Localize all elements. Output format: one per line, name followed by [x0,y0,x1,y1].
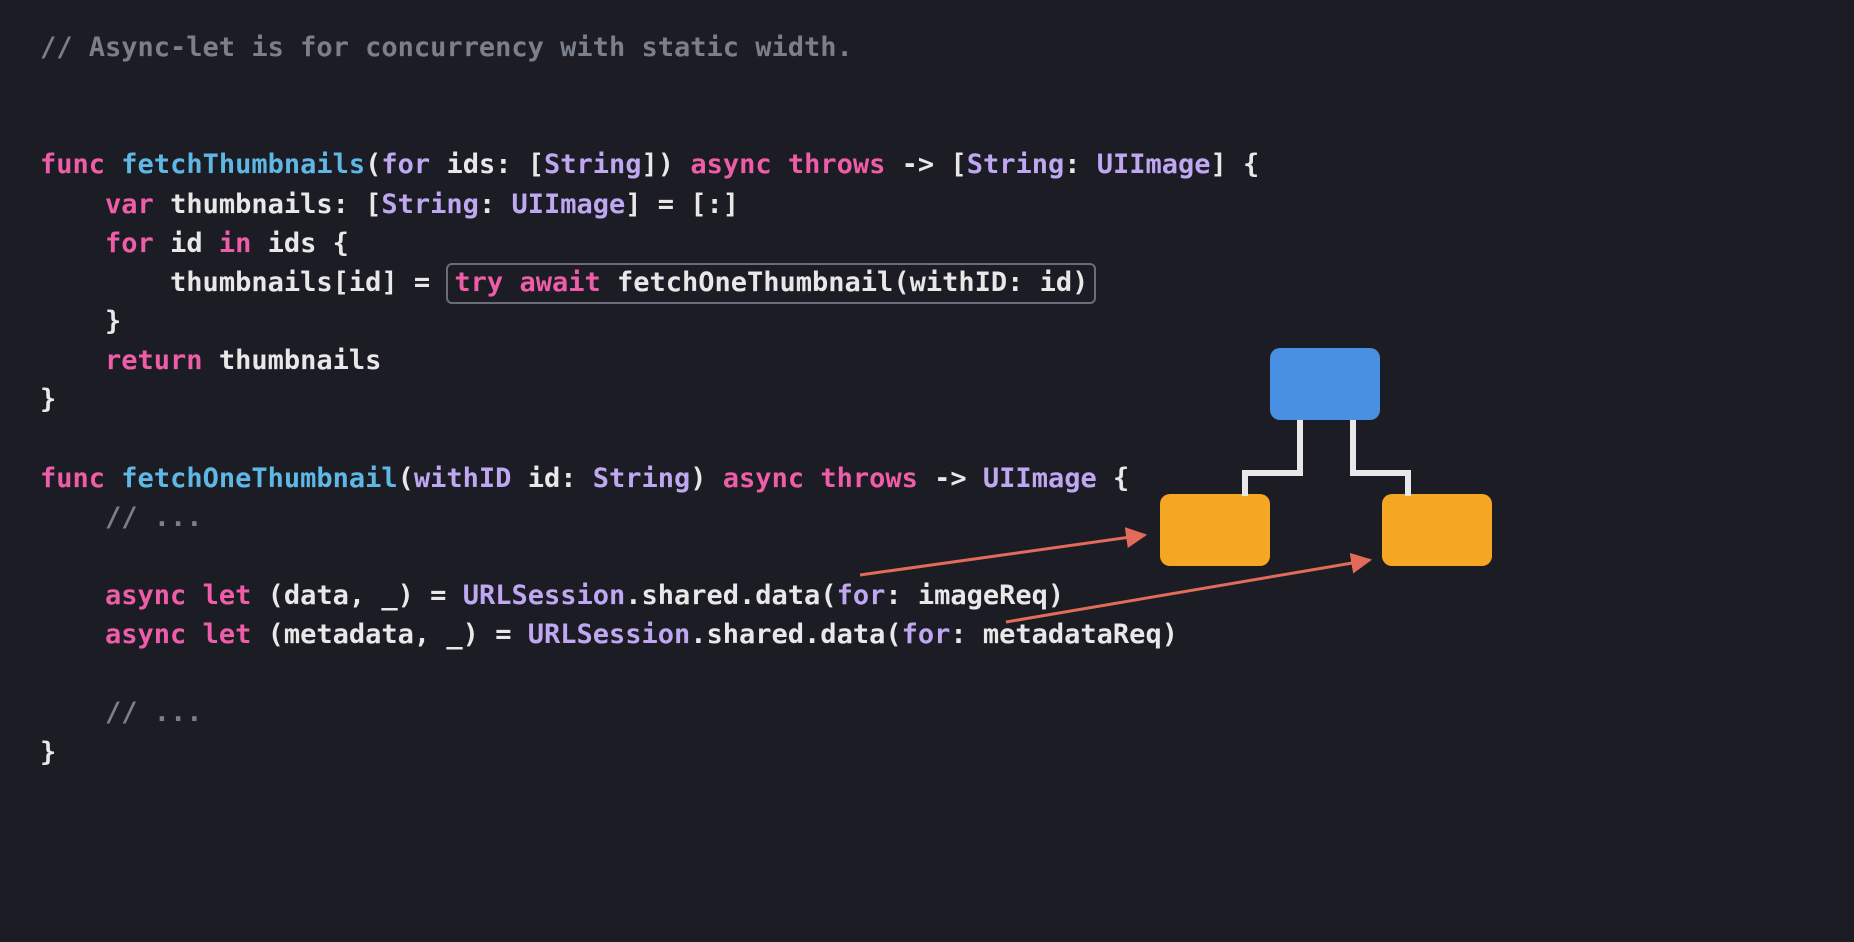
punct: ( [365,149,381,180]
code-text: ] = [:] [625,189,739,220]
close-brace: } [40,737,56,768]
indent [40,267,170,298]
parent-task-node [1270,348,1380,420]
indent [40,580,105,611]
punct: : [1064,149,1097,180]
code-text: ids { [251,228,349,259]
indent [40,228,105,259]
sp [186,619,202,650]
highlight-box: try await fetchOneThumbnail(withID: id) [446,263,1096,304]
type-string: String [381,189,479,220]
type-string: String [593,463,691,494]
child-task-node-left [1160,494,1270,566]
kw-async: async [105,619,186,650]
connector [1350,470,1411,476]
indent [40,189,105,220]
code-block: // Async-let is for concurrency with sta… [0,0,1854,812]
kw-try: try [454,267,503,298]
punct: ( [398,463,414,494]
punct: : [479,189,512,220]
arg-label-for: for [902,619,951,650]
punct: ) [690,463,723,494]
type-uiimage: UIImage [511,189,625,220]
sp [772,149,788,180]
close-brace: } [40,384,56,415]
kw-async: async [690,149,771,180]
code-text: thumbnails: [ [154,189,382,220]
code-text: thumbnails [203,345,382,376]
connector [1242,470,1303,476]
comment-line: // ... [40,502,203,533]
code-text: .shared.data( [625,580,836,611]
kw-await: await [519,267,600,298]
punct: -> [ [885,149,966,180]
param-decl: ids: [ [430,149,544,180]
indent [40,619,105,650]
kw-let: let [203,619,252,650]
fn-name: fetchThumbnails [121,149,365,180]
comment-line: // Async-let is for concurrency with sta… [40,32,853,63]
task-tree-diagram [1010,320,1530,640]
kw-in: in [219,228,252,259]
code-text: (data, _) = [251,580,462,611]
kw-func: func [40,463,105,494]
connector [1297,420,1303,476]
fn-name: fetchOneThumbnail [121,463,397,494]
punct: ] { [1211,149,1260,180]
punct: -> [918,463,983,494]
comment-line: // ... [40,697,203,728]
type-uiimage: UIImage [1097,149,1211,180]
kw-var: var [105,189,154,220]
connector [1242,470,1248,496]
param-decl: id: [511,463,592,494]
kw-throws: throws [820,463,918,494]
kw-func: func [40,149,105,180]
indent [40,345,105,376]
connector [1350,420,1356,476]
punct: ]) [642,149,691,180]
code-text: (metadata, _) = [251,619,527,650]
sp [503,267,519,298]
connector [1405,470,1411,496]
lib-urlsession: URLSession [463,580,626,611]
type-string: String [544,149,642,180]
kw-async: async [723,463,804,494]
lib-urlsession: URLSession [528,619,691,650]
kw-throws: throws [788,149,886,180]
arg-label-for: for [837,580,886,611]
code-text: thumbnails[id] = [170,267,446,298]
close-brace: } [40,306,121,337]
kw-for: for [105,228,154,259]
kw-let: let [203,580,252,611]
arg-label-withid: withID [414,463,512,494]
call-expr: fetchOneThumbnail(withID: id) [601,267,1089,298]
sp [804,463,820,494]
code-text: id [154,228,219,259]
code-text: .shared.data( [690,619,901,650]
type-string: String [967,149,1065,180]
child-task-node-right [1382,494,1492,566]
sp [186,580,202,611]
arg-label-for: for [381,149,430,180]
kw-async: async [105,580,186,611]
kw-return: return [105,345,203,376]
